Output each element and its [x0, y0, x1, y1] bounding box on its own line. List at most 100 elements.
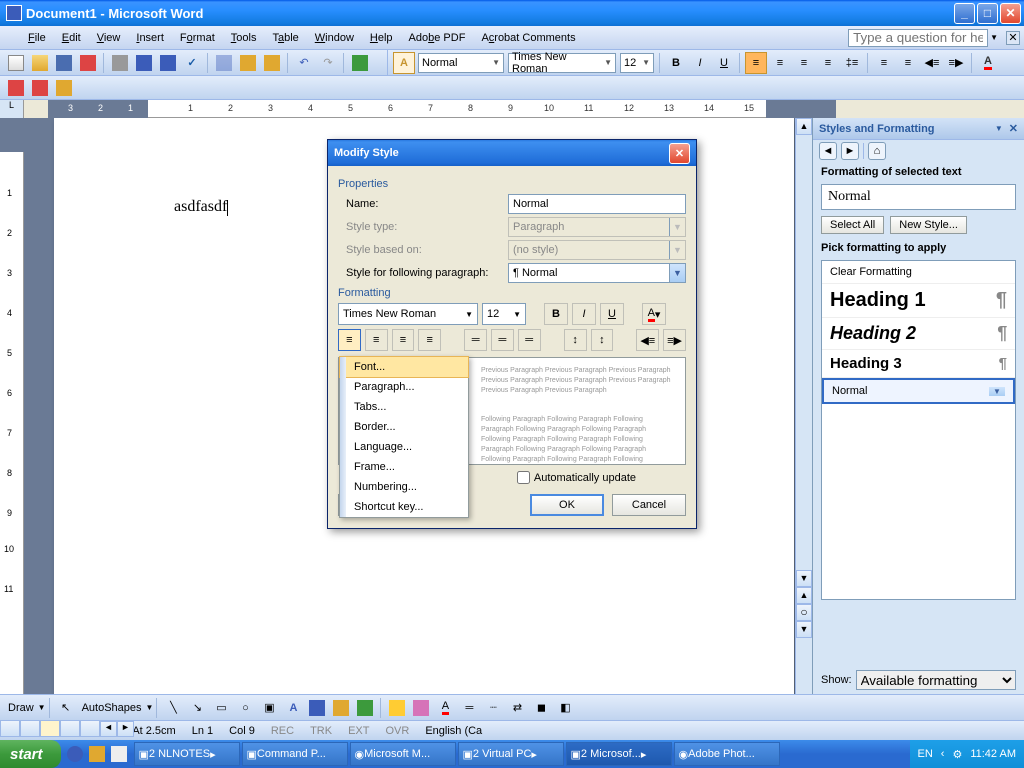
menu-view[interactable]: View [89, 29, 129, 47]
print-view-button[interactable] [40, 720, 60, 737]
menu-insert[interactable]: Insert [128, 29, 172, 47]
line-button[interactable]: ╲ [162, 697, 184, 719]
doc-close-button[interactable]: ✕ [1006, 31, 1020, 45]
help-dropdown-icon[interactable]: ▼ [988, 33, 1000, 42]
dialog-close-button[interactable]: ✕ [669, 143, 690, 164]
hscroll-right-icon[interactable]: ► [117, 721, 134, 737]
spell-button[interactable]: ✓ [181, 52, 203, 74]
size-dropdown[interactable]: 12▼ [620, 53, 654, 73]
dialog-size-dropdown[interactable]: 12▼ [482, 303, 526, 325]
undo-button[interactable]: ↶ [293, 52, 315, 74]
minimize-button[interactable]: _ [954, 3, 975, 24]
indent-button[interactable]: ≡▶ [945, 52, 967, 74]
dialog-italic-button[interactable]: I [572, 303, 596, 325]
dialog-space-after-button[interactable]: ↕ [591, 329, 614, 351]
autoshapes-menu[interactable]: AutoShapes [78, 702, 146, 714]
preview-button[interactable] [133, 52, 155, 74]
dialog-indent-button[interactable]: ≡▶ [663, 329, 686, 351]
taskpane-dropdown-icon[interactable]: ▼ [995, 124, 1003, 133]
arrow-style-button[interactable]: ⇄ [506, 697, 528, 719]
reading-view-button[interactable] [80, 720, 100, 737]
menu-format[interactable]: Format [172, 29, 223, 47]
menu-tools[interactable]: Tools [223, 29, 265, 47]
text-color-button[interactable]: A [434, 697, 456, 719]
3d-button[interactable]: ◧ [554, 697, 576, 719]
dialog-outdent-button[interactable]: ◀≡ [636, 329, 659, 351]
shadow-button[interactable]: ◼ [530, 697, 552, 719]
format-menu-font[interactable]: Font... [339, 356, 469, 378]
status-lang[interactable]: English (Ca [425, 725, 482, 737]
align-center-button[interactable]: ≡ [769, 52, 791, 74]
tray-lang[interactable]: EN [918, 748, 933, 760]
permission-button[interactable] [77, 52, 99, 74]
tray-icon[interactable]: ⚙ [952, 748, 962, 761]
scroll-up-icon[interactable]: ▲ [796, 118, 812, 135]
help-search-input[interactable] [848, 29, 988, 47]
font-dropdown[interactable]: Times New Roman▼ [508, 53, 616, 73]
following-dropdown[interactable]: ¶ Normal▼ [508, 263, 686, 283]
paste-button[interactable] [237, 52, 259, 74]
status-ext[interactable]: EXT [348, 725, 369, 737]
clipart-button[interactable] [330, 697, 352, 719]
nav-home-icon[interactable]: ⌂ [868, 142, 886, 160]
dialog-font-color-button[interactable]: A▾ [642, 303, 666, 325]
format-menu-language[interactable]: Language... [340, 437, 468, 457]
dialog-spacing-2-button[interactable]: ═ [518, 329, 541, 351]
align-left-button[interactable]: ≡ [745, 52, 767, 74]
paint-button[interactable] [261, 52, 283, 74]
picture-button[interactable] [354, 697, 376, 719]
research-button[interactable] [157, 52, 179, 74]
prev-page-icon[interactable]: ▲ [796, 587, 812, 604]
tray-expand-icon[interactable]: ‹ [941, 748, 945, 760]
rect-button[interactable]: ▭ [210, 697, 232, 719]
line-style-button[interactable]: ═ [458, 697, 480, 719]
align-right-button[interactable]: ≡ [793, 52, 815, 74]
menu-table[interactable]: Table [264, 29, 306, 47]
menu-help[interactable]: Help [362, 29, 401, 47]
status-ovr[interactable]: OVR [385, 725, 409, 737]
outline-view-button[interactable] [60, 720, 80, 737]
show-dropdown[interactable]: Available formatting [856, 670, 1016, 690]
pdf-comments-button[interactable] [53, 77, 75, 99]
menu-edit[interactable]: Edit [54, 29, 89, 47]
italic-button[interactable]: I [689, 52, 711, 74]
style-heading2[interactable]: Heading 2¶ [822, 318, 1015, 350]
task-photoshop[interactable]: ◉ Adobe Phot... [674, 742, 780, 766]
document-text[interactable]: asdfasdf [174, 198, 227, 215]
select-all-button[interactable]: Select All [821, 216, 884, 234]
start-button[interactable]: start [0, 740, 61, 768]
underline-button[interactable]: U [713, 52, 735, 74]
menu-acrobat-comments[interactable]: Acrobat Comments [473, 29, 583, 47]
pdf-create-button[interactable] [5, 77, 27, 99]
taskpane-close-icon[interactable]: ✕ [1009, 122, 1018, 135]
style-heading3[interactable]: Heading 3¶ [822, 350, 1015, 378]
format-menu-tabs[interactable]: Tabs... [340, 397, 468, 417]
new-style-button[interactable]: New Style... [890, 216, 967, 234]
save-button[interactable] [53, 52, 75, 74]
print-button[interactable] [109, 52, 131, 74]
horizontal-ruler[interactable]: 3 2 1 1 2 3 4 5 6 7 8 9 10 11 12 13 14 1… [48, 100, 836, 118]
style-dropdown[interactable]: Normal▼ [418, 53, 504, 73]
name-input[interactable]: Normal [508, 194, 686, 214]
dialog-underline-button[interactable]: U [600, 303, 624, 325]
style-normal[interactable]: Normal▼ [822, 378, 1015, 404]
format-menu-border[interactable]: Border... [340, 417, 468, 437]
vertical-scrollbar[interactable]: ▲ ▼ ▲ ○ ▼ [795, 118, 812, 698]
dialog-spacing-1-button[interactable]: ═ [464, 329, 487, 351]
task-word[interactable]: ▣ 2 Microsof... ▸ [566, 742, 672, 766]
textbox-button[interactable]: ▣ [258, 697, 280, 719]
font-color-button[interactable]: A [977, 52, 999, 74]
format-menu-frame[interactable]: Frame... [340, 457, 468, 477]
task-virtualpc[interactable]: ▣ 2 Virtual PC ▸ [458, 742, 564, 766]
fill-button[interactable] [386, 697, 408, 719]
dash-style-button[interactable]: ┈ [482, 697, 504, 719]
dialog-font-dropdown[interactable]: Times New Roman▼ [338, 303, 478, 325]
style-heading1[interactable]: Heading 1¶ [822, 284, 1015, 318]
dialog-spacing-15-button[interactable]: ═ [491, 329, 514, 351]
status-trk[interactable]: TRK [310, 725, 332, 737]
quicklaunch-desktop-icon[interactable] [110, 743, 128, 765]
select-browse-icon[interactable]: ○ [796, 604, 812, 621]
cancel-button[interactable]: Cancel [612, 494, 686, 516]
normal-view-button[interactable] [0, 720, 20, 737]
redo-button[interactable]: ↷ [317, 52, 339, 74]
